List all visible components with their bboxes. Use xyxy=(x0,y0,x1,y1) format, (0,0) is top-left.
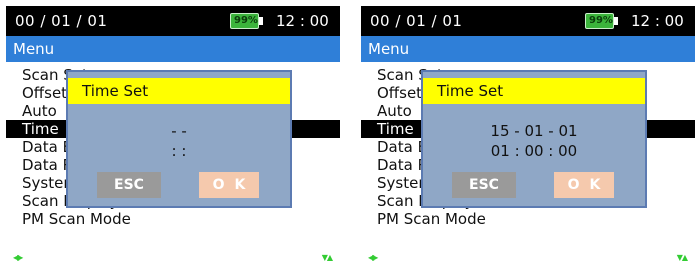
dialog-title: Time Set xyxy=(82,82,149,100)
menu-header: Menu xyxy=(361,36,695,62)
menu-header: Menu xyxy=(6,36,340,62)
battery-level: 99% xyxy=(589,15,613,26)
status-time: 12 : 00 xyxy=(276,12,329,30)
dialog-title-bar: Time Set xyxy=(68,78,290,104)
ok-button[interactable]: OK xyxy=(199,172,259,198)
dialog-title: Time Set xyxy=(437,82,504,100)
status-date: 00 / 01 / 01 xyxy=(370,12,463,30)
device-screen-left: 00 / 01 / 01 99% 12 : 00 Menu Scan Setup… xyxy=(6,6,340,264)
dialog-title-bar: Time Set xyxy=(423,78,645,104)
time-field[interactable]: : : xyxy=(68,142,290,160)
status-bar: 00 / 01 / 01 99% 12 : 00 xyxy=(361,6,695,36)
date-field[interactable]: - - xyxy=(68,122,290,140)
battery-icon: 99% xyxy=(230,13,264,29)
battery-level: 99% xyxy=(234,15,258,26)
battery-icon: 99% xyxy=(585,13,619,29)
left-right-arrows-icon: ◀▶ xyxy=(368,253,378,262)
menu-header-title: Menu xyxy=(368,40,410,58)
time-set-dialog: Time Set - - : : ESC OK xyxy=(66,70,292,208)
menu-item-pm-scan-mode[interactable]: PM Scan Mode xyxy=(361,210,695,228)
left-right-arrows-icon: ◀▶ xyxy=(13,253,23,262)
up-down-arrows-icon: ▼▲ xyxy=(321,253,333,262)
time-set-dialog: Time Set 15 - 01 - 01 01 : 00 : 00 ESC O… xyxy=(421,70,647,208)
status-date: 00 / 01 / 01 xyxy=(15,12,108,30)
time-field[interactable]: 01 : 00 : 00 xyxy=(423,142,645,160)
device-screen-right: 00 / 01 / 01 99% 12 : 00 Menu Scan Setup… xyxy=(361,6,695,264)
esc-button[interactable]: ESC xyxy=(452,172,516,198)
status-time: 12 : 00 xyxy=(631,12,684,30)
up-down-arrows-icon: ▼▲ xyxy=(676,253,688,262)
menu-header-title: Menu xyxy=(13,40,55,58)
esc-button[interactable]: ESC xyxy=(97,172,161,198)
ok-button[interactable]: OK xyxy=(554,172,614,198)
status-bar: 00 / 01 / 01 99% 12 : 00 xyxy=(6,6,340,36)
date-field[interactable]: 15 - 01 - 01 xyxy=(423,122,645,140)
menu-item-pm-scan-mode[interactable]: PM Scan Mode xyxy=(6,210,340,228)
